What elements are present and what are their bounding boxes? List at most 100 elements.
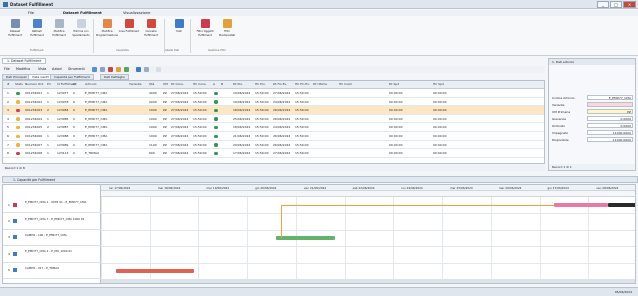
table-row[interactable]: 4 001234004 1 123085 0 E_EMD77_CMA 1000 PZ 27/06… — [3, 115, 544, 124]
check-dot-icon — [214, 125, 218, 130]
grid-footer: Record 1 di 8 — [2, 165, 545, 171]
column-header[interactable]: Dt Spd — [389, 82, 399, 86]
column-header[interactable]: Qtà — [149, 82, 154, 86]
toolbar-azioni[interactable]: Azioni — [52, 67, 62, 71]
toolbar-strumenti[interactable]: Strumenti — [68, 67, 85, 71]
table-row[interactable]: 2 001234002 1 123078 0 E_EMD77_CMA 2000 PZ 27/06… — [3, 98, 544, 107]
column-header[interactable]: Hh Pro. — [255, 82, 266, 86]
column-header[interactable]: Dt Pro. — [233, 82, 243, 86]
field-label: Impegnato — [552, 131, 569, 135]
status-date: 05/06/2024 — [614, 290, 632, 294]
menu-visualizzazione[interactable]: Visualizzazione — [123, 11, 150, 15]
column-header[interactable]: Numero Ord. — [25, 82, 44, 86]
edit-icon[interactable] — [116, 67, 121, 72]
column-header[interactable]: A — [213, 82, 215, 86]
column-header[interactable]: # — [7, 82, 10, 86]
table-row[interactable]: 7 001234007 1 123089 0 E_EMD77_CMA 1100 PZ 27/06… — [3, 141, 544, 150]
gantt-resource-row[interactable]: 2 E_EMD77_CMA 7 - E_EMD77_CMA 1000 01 — [3, 213, 101, 230]
column-header[interactable]: Qt — [73, 82, 77, 86]
maximize-button[interactable]: □ — [610, 1, 622, 8]
gantt-day-label: gio 20/06/2024 — [255, 186, 277, 190]
toolbar-vista[interactable]: Vista — [38, 67, 46, 71]
ribbon-button-9[interactable]: Filtri Preimpostati — [216, 18, 238, 48]
gantt-day-label: lun 17/06/2024 — [109, 186, 131, 190]
cell-art: E_EMD77_CMA — [85, 134, 108, 138]
column-header[interactable]: Hh Cons. — [193, 82, 206, 86]
column-header[interactable]: Dt Cons. — [171, 82, 184, 86]
print-icon[interactable] — [144, 67, 149, 72]
zoom-icon[interactable] — [156, 67, 161, 72]
ribbon-button-8[interactable]: Filtro Oggetti Fulfillment — [194, 18, 216, 48]
menu-file[interactable]: File — [28, 11, 34, 15]
ribbon-button-6[interactable]: Cancella Fulfillment — [140, 18, 162, 48]
column-header[interactable]: Dt Fin Ev. — [273, 82, 287, 86]
filter-icon[interactable] — [124, 67, 129, 72]
gantt-task-bar[interactable] — [554, 203, 608, 208]
ribbon-button-3[interactable]: Elimina con Spostamento — [70, 18, 92, 48]
gantt-horizontal-scrollbar[interactable] — [101, 279, 635, 283]
table-row[interactable]: 8 001234008 1 123113 0 E_TRMAX 600 PZ 27/06/2024… — [3, 149, 544, 158]
field-value[interactable]: 0.0000 — [587, 123, 633, 128]
cell-qty: 1000 — [149, 125, 157, 130]
gantt-resource-row[interactable]: 1 E_EMD77_CMA 1 - 0035 01 - E_EMD77_CMA — [3, 197, 101, 214]
menu-dataset-fulfillment[interactable]: Dataset Fulfillment — [63, 11, 102, 15]
check-dot-icon — [214, 151, 218, 156]
field-value[interactable]: PZ — [587, 109, 633, 114]
cell-dtf: 27/06/2024 — [273, 91, 291, 95]
cell-dtc: 27/06/2024 — [171, 99, 189, 104]
ribbon-button-4[interactable]: Modifica Programmazione — [96, 18, 118, 48]
table-row[interactable]: 1 001234001 1 123077 0 E_EMD77_CMA 4000 PZ 27/06… — [3, 89, 544, 98]
column-header[interactable]: Dt Ultimo — [313, 82, 327, 86]
field-value[interactable]: 0.0000 — [587, 116, 633, 121]
cell-id: 123113 — [57, 151, 69, 156]
status-dot-icon — [16, 125, 20, 130]
ribbon-button-5[interactable]: Crea Fulfillment — [118, 18, 140, 48]
cell-qt: 0 — [73, 125, 75, 130]
field-value[interactable]: 11000.0000 — [587, 130, 633, 135]
table-row[interactable]: 6 001234006 1 123088 0 E_EMD77_CMA 1000 PZ 27/06… — [3, 132, 544, 141]
export-icon[interactable] — [136, 67, 141, 72]
status-dot-icon — [16, 151, 20, 156]
field-value[interactable] — [587, 102, 633, 107]
new-icon[interactable] — [92, 67, 97, 72]
gantt-tab[interactable]: 1. Capacità per Fulfillment — [2, 176, 638, 183]
column-header[interactable]: UM — [163, 82, 168, 86]
ribbon-button-7[interactable]: Dati — [168, 18, 190, 48]
gantt-task-bar[interactable] — [607, 203, 635, 208]
column-header[interactable]: Hh Spd — [433, 82, 444, 86]
cell-art: E_EMD77_CMA — [85, 116, 108, 121]
close-button[interactable]: ✕ — [623, 1, 636, 8]
document-tab[interactable]: 1. Dataset Fulfillment — [2, 58, 47, 64]
column-header[interactable]: Articolo — [85, 82, 96, 86]
column-header[interactable]: Pri — [47, 82, 51, 86]
toolbar-modifica[interactable]: Modifica — [16, 67, 30, 71]
gantt-resource-row[interactable]: 3 CAMPO - 100 - E_EMD77_CMA — [3, 230, 101, 247]
minimize-button[interactable]: _ — [597, 1, 609, 8]
ribbon-button-1[interactable]: Refresh Fulfillment — [26, 18, 48, 48]
column-header[interactable]: Variante — [129, 82, 142, 86]
gantt-task-bar[interactable] — [115, 268, 194, 273]
table-row[interactable]: 5 001234005 2 123087 0 E_EMD77_CMA 1000 PZ 27/06… — [3, 123, 544, 132]
column-header[interactable]: Stato — [15, 82, 23, 86]
toolbar-file[interactable]: File — [4, 67, 10, 71]
cell-b: 00:00:00 — [433, 91, 447, 95]
cell-qty: 1000 — [149, 108, 157, 113]
column-header[interactable]: Hh Costi — [339, 82, 352, 86]
cell-id: 123077 — [57, 91, 69, 95]
delete-icon[interactable] — [108, 67, 113, 72]
ribbon-button-2[interactable]: Modifica Fulfillment — [48, 18, 70, 48]
ribbon-button-0[interactable]: Dataset Fulfillment — [4, 18, 26, 48]
resource-icon — [13, 251, 17, 256]
gantt-day-gridline — [101, 185, 102, 283]
gantt-day-gridline — [588, 185, 590, 283]
cell-a: 00:00:00 — [389, 91, 403, 95]
field-value[interactable]: -11000.0000 — [587, 137, 633, 142]
gantt-row-label: E_EMD77_CMA 7 - E_EMD77_CMA 1000 01 — [25, 216, 85, 221]
save-icon[interactable] — [100, 67, 105, 72]
table-row[interactable]: 3 001234003 2 123084 0 E_EMD77_CMA 1000 PZ 27/06… — [3, 106, 544, 115]
column-header[interactable]: B — [221, 82, 223, 86]
column-header[interactable]: Hh Fin Ev. — [295, 82, 310, 86]
gantt-resource-row[interactable]: 5 CAMPO - 017 - E_TRMAX — [3, 263, 101, 279]
gantt-resource-row[interactable]: 4 E_EMD77_CMA 2 - E_MO_1000 01 — [3, 246, 101, 263]
field-value[interactable]: E_EMD77_CMA — [587, 95, 633, 100]
